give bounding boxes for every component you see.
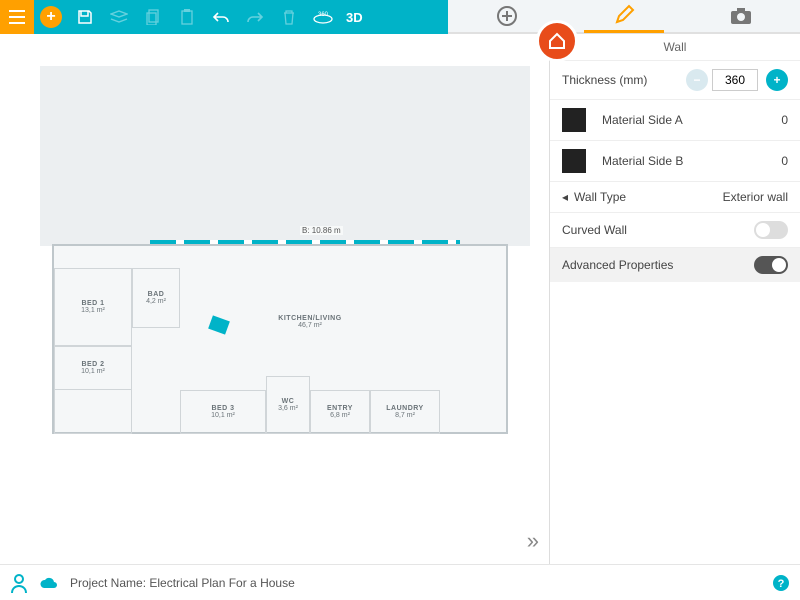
thickness-input[interactable]	[712, 69, 758, 91]
room-area: 10,1 m²	[81, 368, 105, 375]
footer-bar: Project Name: Electrical Plan For a Hous…	[0, 564, 800, 600]
menu-button[interactable]	[0, 0, 34, 34]
room-wc[interactable]: WC 3,6 m²	[266, 376, 310, 434]
cloud-icon[interactable]	[38, 575, 60, 591]
camera-icon	[729, 6, 753, 26]
curved-wall-toggle[interactable]	[754, 221, 788, 239]
paste-button[interactable]	[170, 0, 204, 34]
copy-button[interactable]	[136, 0, 170, 34]
panel-title: Wall	[550, 34, 800, 60]
pencil-icon	[613, 4, 635, 26]
user-icon[interactable]	[10, 573, 28, 593]
room-name: LAUNDRY	[386, 405, 423, 412]
room-name: BED 2	[81, 361, 104, 368]
wall-type-row[interactable]: ◂ Wall Type Exterior wall	[550, 181, 800, 212]
curved-wall-label: Curved Wall	[562, 223, 754, 237]
material-b-label: Material Side B	[602, 154, 781, 168]
room-laundry[interactable]: LAUNDRY 8,7 m²	[370, 390, 440, 434]
3d-toggle[interactable]: 3D	[340, 10, 369, 25]
top-toolbar: + 360 3D	[0, 0, 800, 34]
rotate-360-button[interactable]: 360	[306, 0, 340, 34]
tab-camera[interactable]	[701, 0, 781, 33]
building-outline: BED 1 13,1 m² BED 2 10,1 m² BAD 4,2 m² B…	[52, 244, 508, 434]
canvas-wrap: B: 10.86 m A: 10.63 m ↖ BED 1 13,1 m² BE…	[0, 34, 550, 564]
home-icon	[546, 30, 568, 52]
room-name: ENTRY	[327, 405, 353, 412]
dim-b: B: 10.86 m	[300, 226, 343, 235]
undo-button[interactable]	[204, 0, 238, 34]
lot-outline	[40, 66, 530, 246]
redo-button[interactable]	[238, 0, 272, 34]
room-name: BED 1	[81, 300, 104, 307]
advanced-label: Advanced Properties	[562, 258, 754, 272]
material-a-swatch[interactable]	[562, 108, 586, 132]
room-bad[interactable]: BAD 4,2 m²	[132, 268, 180, 328]
delete-button[interactable]	[272, 0, 306, 34]
3d-label: 3D	[346, 10, 363, 25]
room-bed2[interactable]: BED 2 10,1 m²	[54, 346, 132, 390]
wall-type-label: Wall Type	[574, 190, 723, 204]
add-button[interactable]: +	[34, 0, 68, 34]
room-area: 3,6 m²	[278, 405, 298, 412]
room-area: 8,7 m²	[395, 412, 415, 419]
floorplan-canvas[interactable]: B: 10.86 m A: 10.63 m ↖ BED 1 13,1 m² BE…	[0, 34, 549, 564]
room-area: 13,1 m²	[81, 307, 105, 314]
svg-text:?: ?	[778, 578, 785, 590]
material-a-value: 0	[781, 113, 788, 127]
thickness-row: Thickness (mm) − +	[550, 60, 800, 99]
material-b-swatch[interactable]	[562, 149, 586, 173]
room-area: 46,7 m²	[298, 322, 322, 329]
room-area: 6,8 m²	[330, 412, 350, 419]
advanced-toggle[interactable]	[754, 256, 788, 274]
curved-wall-row: Curved Wall	[550, 212, 800, 247]
material-a-label: Material Side A	[602, 113, 781, 127]
room-bed3[interactable]: BED 3 10,1 m²	[180, 390, 266, 434]
room-bed2b[interactable]	[54, 390, 132, 434]
room-name: KITCHEN/LIVING	[278, 315, 341, 322]
tab-add[interactable]	[467, 0, 547, 33]
properties-panel: Wall Thickness (mm) − + Material Side A …	[550, 34, 800, 564]
wall-type-value: Exterior wall	[723, 190, 788, 204]
home-fab[interactable]	[536, 20, 578, 62]
room-area: 4,2 m²	[146, 298, 166, 305]
save-button[interactable]	[68, 0, 102, 34]
thickness-plus[interactable]: +	[766, 69, 788, 91]
main-area: B: 10.86 m A: 10.63 m ↖ BED 1 13,1 m² BE…	[0, 34, 800, 564]
thickness-minus[interactable]: −	[686, 69, 708, 91]
svg-text:360: 360	[318, 12, 329, 18]
expand-panel-button[interactable]: »	[527, 528, 539, 554]
project-name-label: Project Name: Electrical Plan For a Hous…	[70, 576, 295, 590]
layers-button[interactable]	[102, 0, 136, 34]
plus-circle-outline-icon	[496, 5, 518, 27]
advanced-row[interactable]: Advanced Properties	[550, 247, 800, 282]
chevron-left-icon: ◂	[562, 190, 568, 204]
help-icon[interactable]: ?	[772, 574, 790, 592]
material-a-row[interactable]: Material Side A 0	[550, 99, 800, 140]
toolbar-left: + 360 3D	[0, 0, 448, 34]
room-area: 10,1 m²	[211, 412, 235, 419]
material-b-value: 0	[781, 154, 788, 168]
room-name: WC	[282, 398, 295, 405]
material-b-row[interactable]: Material Side B 0	[550, 140, 800, 181]
room-name: BED 3	[211, 405, 234, 412]
room-name: BAD	[148, 291, 165, 298]
thickness-label: Thickness (mm)	[562, 73, 682, 87]
tab-edit[interactable]	[584, 0, 664, 33]
toolbar-right	[448, 0, 800, 34]
plus-circle-icon: +	[40, 6, 62, 28]
room-entry[interactable]: ENTRY 6,8 m²	[310, 390, 370, 434]
room-bed1[interactable]: BED 1 13,1 m²	[54, 268, 132, 346]
